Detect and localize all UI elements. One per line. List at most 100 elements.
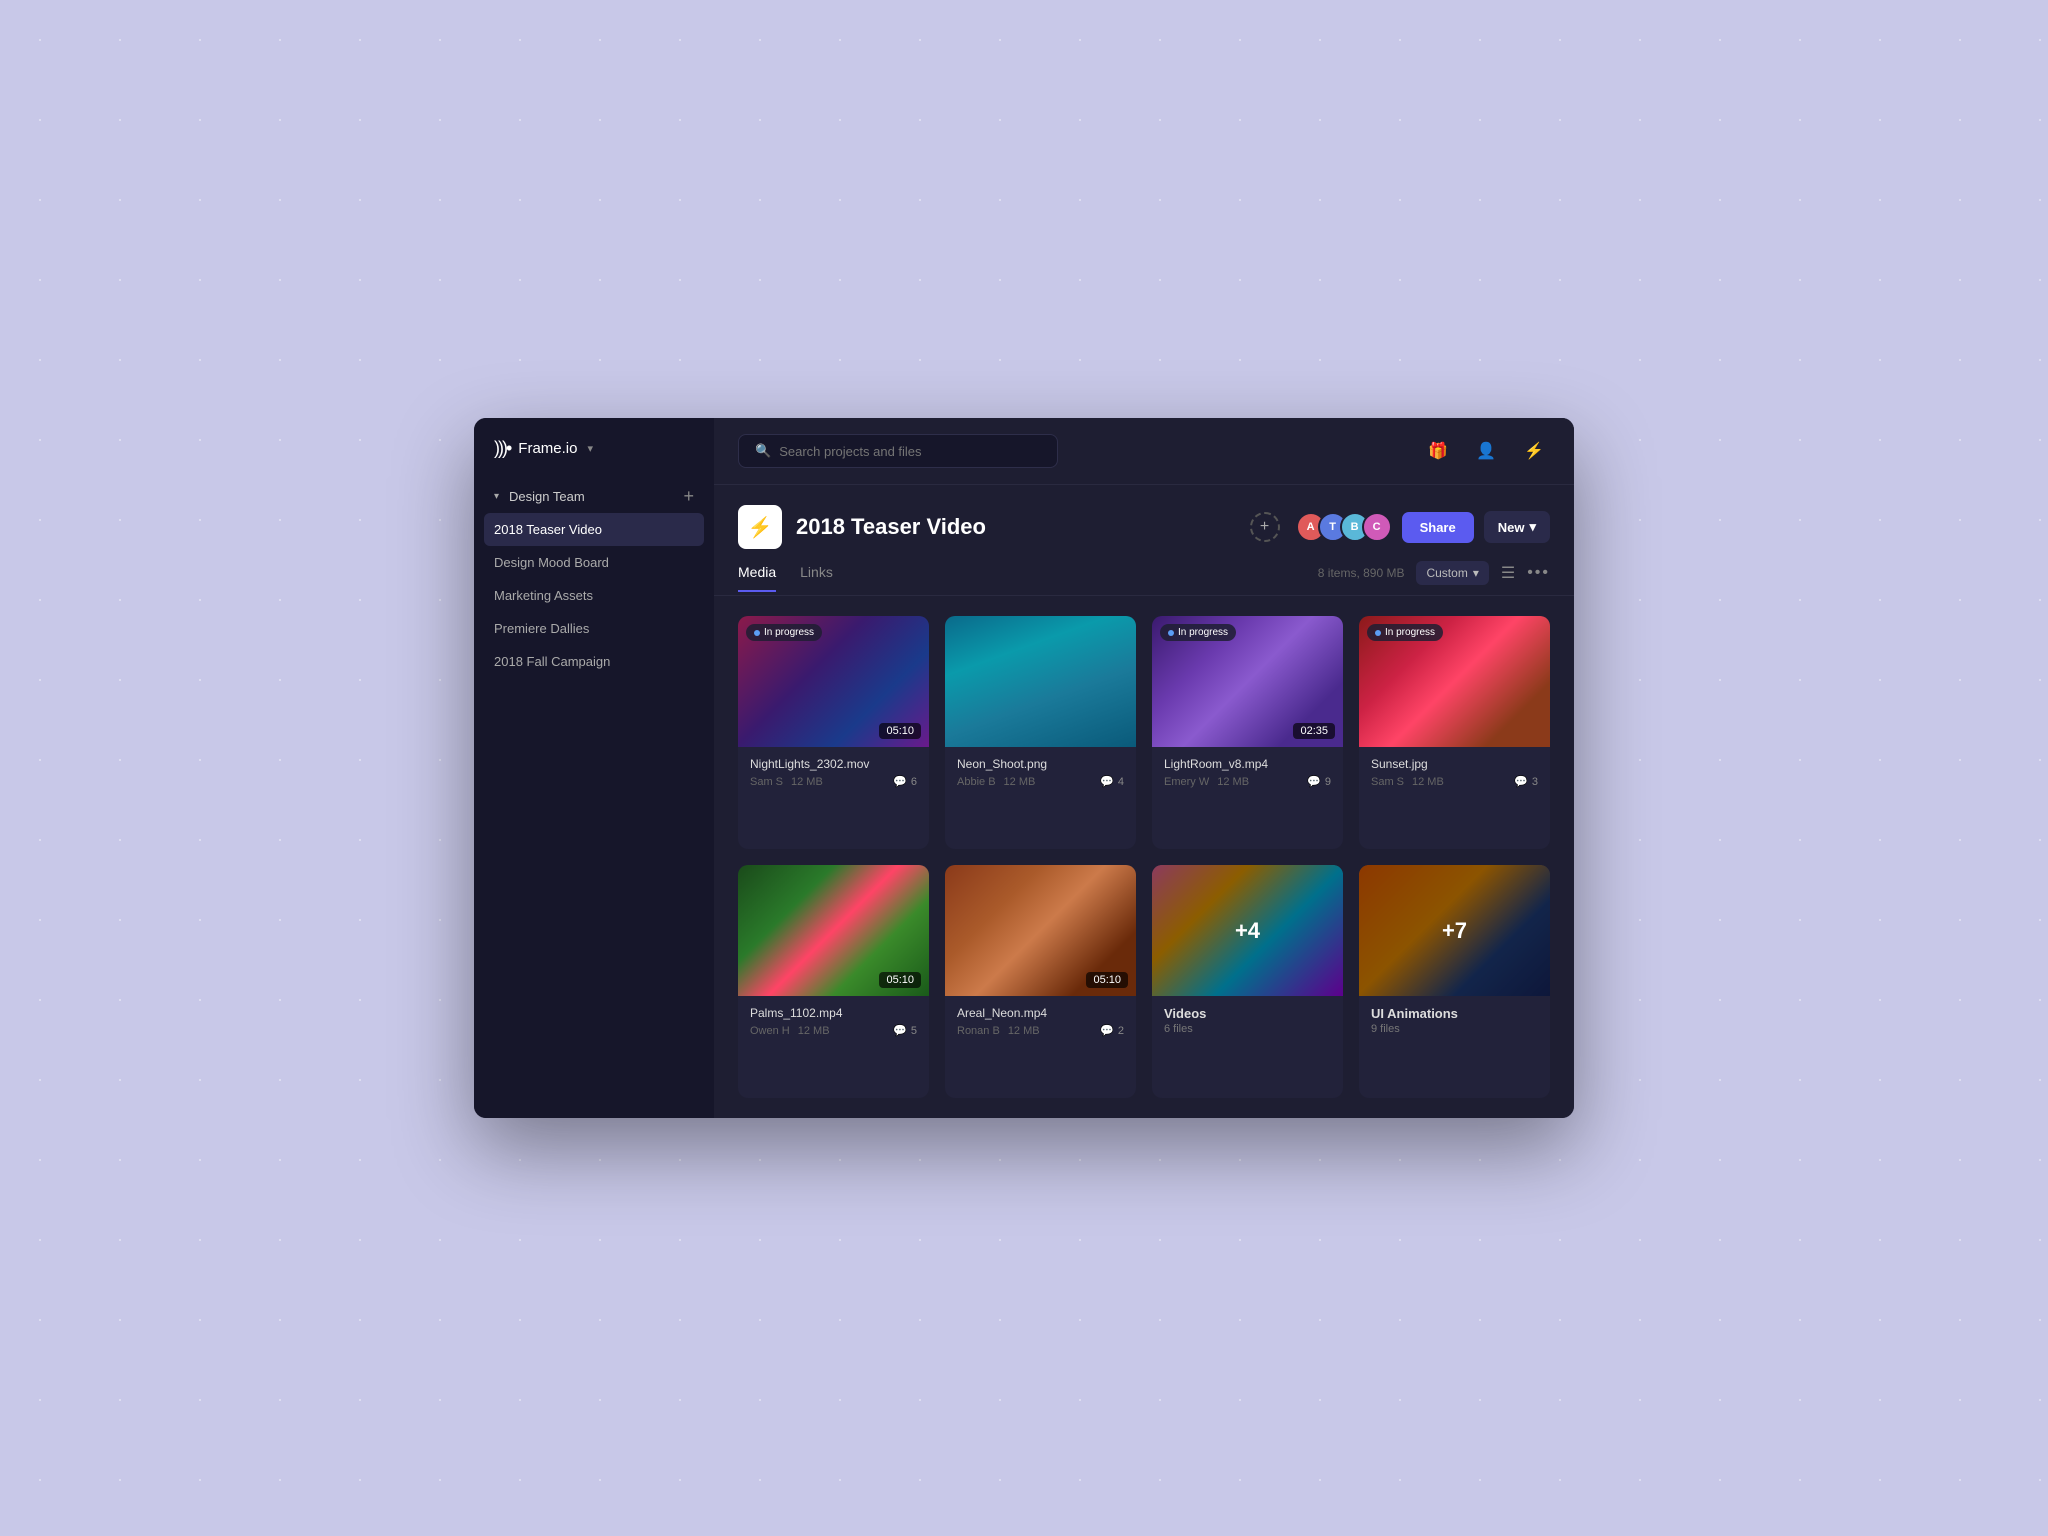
card-info-neon-shoot: Neon_Shoot.png Abbie B 12 MB 💬 4 (945, 747, 1136, 798)
card-duration-nightlights: 05:10 (879, 723, 921, 739)
badge-label: In progress (1178, 627, 1228, 638)
sidebar-logo[interactable]: )))• Frame.io ▾ (474, 438, 714, 479)
comment-count-neon-shoot: 4 (1118, 776, 1124, 788)
card-meta-lightroom: Emery W 12 MB 💬 9 (1164, 775, 1331, 788)
card-meta-left: Sam S 12 MB (750, 776, 823, 788)
card-meta-left: Emery W 12 MB (1164, 776, 1249, 788)
top-bar: 🔍 🎁 👤 ⚡ (714, 418, 1574, 485)
folder-overlay-count-videos: +4 (1152, 865, 1343, 996)
thumbnail-image-neon-shoot (945, 616, 1136, 747)
main-content: 🔍 🎁 👤 ⚡ ⚡ 2018 Teaser Vi (714, 418, 1574, 1118)
card-duration-areal-neon: 05:10 (1086, 972, 1128, 988)
comment-icon: 💬 (1100, 1024, 1114, 1037)
tabs-left: Media Links (738, 564, 833, 592)
comment-count-palms: 5 (911, 1025, 917, 1037)
sidebar-item-2018-fall-campaign[interactable]: 2018 Fall Campaign (484, 645, 704, 678)
card-info-lightroom: LightRoom_v8.mp4 Emery W 12 MB 💬 9 (1152, 747, 1343, 798)
bolt-icon: ⚡ (1524, 441, 1544, 461)
media-card-ui-animations-folder[interactable]: +7 UI Animations 9 files (1359, 865, 1550, 1098)
card-folder-count-videos: 6 files (1164, 1023, 1331, 1035)
card-filename-nightlights: NightLights_2302.mov (750, 757, 917, 771)
comment-count-sunset: 3 (1532, 776, 1538, 788)
card-thumbnail-videos-folder: +4 (1152, 865, 1343, 996)
card-meta-sunset: Sam S 12 MB 💬 3 (1371, 775, 1538, 788)
sidebar-team-header[interactable]: ▾ Design Team + (484, 479, 704, 513)
badge-dot (1375, 630, 1381, 636)
badge-label: In progress (1385, 627, 1435, 638)
media-card-sunset[interactable]: In progress Sunset.jpg Sam S 12 MB 💬 3 (1359, 616, 1550, 849)
comment-count-nightlights: 6 (911, 776, 917, 788)
add-project-button[interactable]: + (683, 487, 694, 505)
card-filename-palms: Palms_1102.mp4 (750, 1006, 917, 1020)
card-size-nightlights: 12 MB (791, 776, 823, 788)
top-bar-actions: 🎁 👤 ⚡ (1422, 435, 1550, 467)
media-card-neon-shoot[interactable]: Neon_Shoot.png Abbie B 12 MB 💬 4 (945, 616, 1136, 849)
add-member-button[interactable]: + (1250, 512, 1280, 542)
gift-button[interactable]: 🎁 (1422, 435, 1454, 467)
search-bar[interactable]: 🔍 (738, 434, 1058, 468)
media-card-areal-neon[interactable]: 05:10 Areal_Neon.mp4 Ronan B 12 MB 💬 2 (945, 865, 1136, 1098)
media-card-nightlights[interactable]: In progress 05:10 NightLights_2302.mov S… (738, 616, 929, 849)
comment-count-lightroom: 9 (1325, 776, 1331, 788)
card-size-palms: 12 MB (798, 1025, 830, 1037)
new-chevron-icon: ▾ (1529, 519, 1536, 535)
sidebar-item-label: Premiere Dallies (494, 621, 589, 636)
card-size-neon-shoot: 12 MB (1004, 776, 1036, 788)
card-info-palms: Palms_1102.mp4 Owen H 12 MB 💬 5 (738, 996, 929, 1047)
team-chevron-icon: ▾ (494, 491, 499, 502)
sidebar-item-premiere-dallies[interactable]: Premiere Dallies (484, 612, 704, 645)
media-card-videos-folder[interactable]: +4 Videos 6 files (1152, 865, 1343, 1098)
card-duration-lightroom: 02:35 (1293, 723, 1335, 739)
media-card-lightroom[interactable]: In progress 02:35 LightRoom_v8.mp4 Emery… (1152, 616, 1343, 849)
card-comments-lightroom: 💬 9 (1307, 775, 1331, 788)
more-options-button[interactable]: ••• (1527, 564, 1550, 582)
custom-label: Custom (1426, 566, 1467, 580)
activity-button[interactable]: ⚡ (1518, 435, 1550, 467)
comment-icon: 💬 (893, 1024, 907, 1037)
project-icon-char: ⚡ (748, 515, 773, 540)
avatar-4: C (1362, 512, 1392, 542)
card-user-areal-neon: Ronan B (957, 1025, 1000, 1037)
custom-dropdown[interactable]: Custom ▾ (1416, 561, 1488, 585)
new-button[interactable]: New ▾ (1484, 511, 1550, 543)
card-thumbnail-nightlights: In progress 05:10 (738, 616, 929, 747)
card-user-neon-shoot: Abbie B (957, 776, 996, 788)
card-info-areal-neon: Areal_Neon.mp4 Ronan B 12 MB 💬 2 (945, 996, 1136, 1047)
card-comments-sunset: 💬 3 (1514, 775, 1538, 788)
card-thumbnail-areal-neon: 05:10 (945, 865, 1136, 996)
card-info-sunset: Sunset.jpg Sam S 12 MB 💬 3 (1359, 747, 1550, 798)
sidebar-item-design-mood-board[interactable]: Design Mood Board (484, 546, 704, 579)
sidebar: )))• Frame.io ▾ ▾ Design Team + 2018 Tea… (474, 418, 714, 1118)
team-name-label: Design Team (509, 489, 585, 504)
card-thumbnail-neon-shoot (945, 616, 1136, 747)
card-meta-palms: Owen H 12 MB 💬 5 (750, 1024, 917, 1037)
share-button[interactable]: Share (1402, 512, 1474, 543)
card-meta-left: Sam S 12 MB (1371, 776, 1444, 788)
search-input[interactable] (779, 444, 1041, 459)
gift-icon: 🎁 (1428, 441, 1448, 461)
sidebar-item-marketing-assets[interactable]: Marketing Assets (484, 579, 704, 612)
comment-icon: 💬 (893, 775, 907, 788)
list-view-button[interactable]: ☰ (1501, 563, 1515, 583)
tab-links[interactable]: Links (800, 564, 833, 592)
item-count: 8 items, 890 MB (1318, 566, 1405, 580)
card-meta-left: Owen H 12 MB (750, 1025, 830, 1037)
card-user-sunset: Sam S (1371, 776, 1404, 788)
card-filename-neon-shoot: Neon_Shoot.png (957, 757, 1124, 771)
card-folder-count-ui-animations: 9 files (1371, 1023, 1538, 1035)
project-title-group: ⚡ 2018 Teaser Video (738, 505, 986, 549)
sidebar-item-label: 2018 Teaser Video (494, 522, 602, 537)
new-label: New (1498, 520, 1525, 535)
sidebar-item-2018-teaser-video[interactable]: 2018 Teaser Video (484, 513, 704, 546)
media-grid: In progress 05:10 NightLights_2302.mov S… (714, 596, 1574, 1118)
tab-media[interactable]: Media (738, 564, 776, 592)
media-card-palms[interactable]: 05:10 Palms_1102.mp4 Owen H 12 MB 💬 5 (738, 865, 929, 1098)
card-meta-left: Ronan B 12 MB (957, 1025, 1040, 1037)
sidebar-item-label: Design Mood Board (494, 555, 609, 570)
folder-overlay-count-ui-animations: +7 (1359, 865, 1550, 996)
badge-dot (1168, 630, 1174, 636)
user-button[interactable]: 👤 (1470, 435, 1502, 467)
card-info-videos-folder: Videos 6 files (1152, 996, 1343, 1045)
card-filename-lightroom: LightRoom_v8.mp4 (1164, 757, 1331, 771)
card-info-nightlights: NightLights_2302.mov Sam S 12 MB 💬 6 (738, 747, 929, 798)
